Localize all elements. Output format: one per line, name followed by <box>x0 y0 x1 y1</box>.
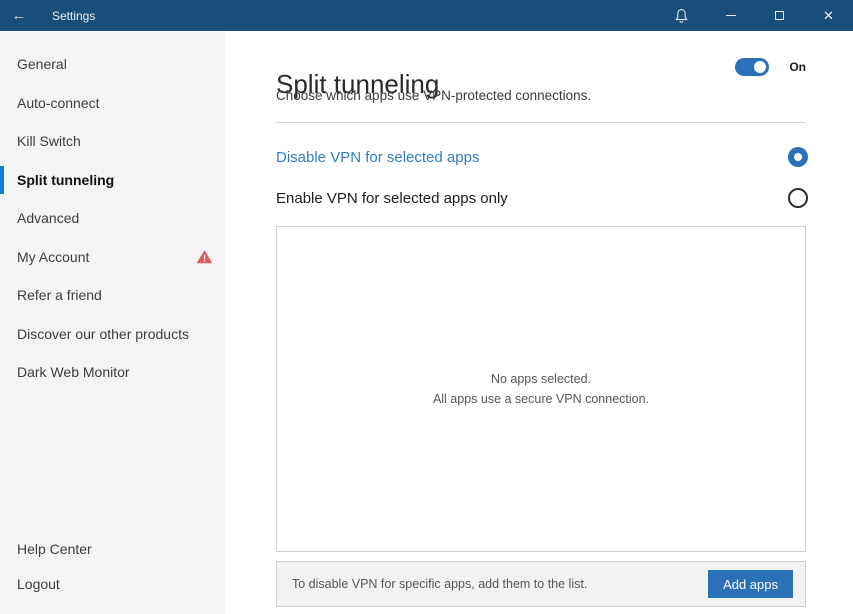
sidebar-item-help-center[interactable]: Help Center <box>0 531 225 566</box>
sidebar-item-label: Split tunneling <box>17 171 115 188</box>
close-button[interactable]: ✕ <box>804 0 853 31</box>
option-disable-vpn[interactable]: Disable VPN for selected apps <box>276 146 808 168</box>
option-label: Enable VPN for selected apps only <box>276 189 508 207</box>
empty-state-line2: All apps use a secure VPN connection. <box>432 392 650 406</box>
sidebar-item-my-account[interactable]: My Account <box>0 238 225 277</box>
apps-footer-bar: To disable VPN for specific apps, add th… <box>276 561 806 607</box>
back-button[interactable]: ← <box>0 0 38 31</box>
sidebar-item-label: Logout <box>17 575 60 592</box>
window-title: Settings <box>52 8 96 23</box>
bell-icon <box>675 8 688 23</box>
sidebar-item-auto-connect[interactable]: Auto-connect <box>0 84 225 123</box>
minimize-button[interactable] <box>706 0 755 31</box>
empty-state-line1: No apps selected. <box>490 372 592 386</box>
sidebar-items: General Auto-connect Kill Switch Split t… <box>0 31 225 392</box>
window-controls: ✕ <box>657 0 853 31</box>
sidebar-item-refer-a-friend[interactable]: Refer a friend <box>0 276 225 315</box>
add-apps-button[interactable]: Add apps <box>708 570 793 598</box>
sidebar-item-logout[interactable]: Logout <box>0 566 225 601</box>
notifications-button[interactable] <box>657 0 706 31</box>
minimize-icon <box>725 15 736 16</box>
sidebar-item-label: My Account <box>17 248 90 265</box>
sidebar-item-advanced[interactable]: Advanced <box>0 199 225 238</box>
apps-empty-state: No apps selected. All apps use a secure … <box>433 369 649 409</box>
footer-hint: To disable VPN for specific apps, add th… <box>292 577 588 591</box>
sidebar-item-discover-products[interactable]: Discover our other products <box>0 315 225 354</box>
section-divider <box>276 122 806 123</box>
back-arrow-icon: ← <box>11 7 27 24</box>
sidebar-item-label: Auto-connect <box>17 94 100 111</box>
split-tunneling-toggle[interactable] <box>735 58 770 76</box>
radio-selected[interactable] <box>788 147 808 167</box>
sidebar-item-label: Dark Web Monitor <box>17 364 130 381</box>
toggle-knob <box>754 61 767 73</box>
sidebar-footer: Help Center Logout <box>0 531 225 601</box>
titlebar: ← Settings ✕ <box>0 0 853 31</box>
sidebar-item-split-tunneling[interactable]: Split tunneling <box>0 161 225 200</box>
toggle-state-label: On <box>789 60 806 74</box>
sidebar-item-label: Help Center <box>17 540 92 557</box>
option-enable-vpn[interactable]: Enable VPN for selected apps only <box>276 187 808 209</box>
sidebar-item-label: General <box>17 56 67 73</box>
sidebar-item-label: Advanced <box>17 210 80 227</box>
sidebar-item-label: Refer a friend <box>17 287 102 304</box>
sidebar-item-dark-web-monitor[interactable]: Dark Web Monitor <box>0 353 225 392</box>
maximize-icon <box>775 11 784 20</box>
option-label: Disable VPN for selected apps <box>276 148 480 166</box>
sidebar-item-label: Discover our other products <box>17 325 189 342</box>
sidebar-item-label: Kill Switch <box>17 133 81 150</box>
page-subtitle: Choose which apps use VPN-protected conn… <box>276 88 592 103</box>
split-tunneling-panel: Split tunneling On Choose which apps use… <box>225 31 853 614</box>
sidebar-item-kill-switch[interactable]: Kill Switch <box>0 122 225 161</box>
radio-unselected[interactable] <box>788 188 808 208</box>
settings-window: ← Settings ✕ General Auto-connect Kill S… <box>0 0 853 614</box>
settings-sidebar: General Auto-connect Kill Switch Split t… <box>0 31 225 614</box>
maximize-button[interactable] <box>755 0 804 31</box>
sidebar-item-general[interactable]: General <box>0 45 225 84</box>
close-icon: ✕ <box>823 8 834 23</box>
apps-list-box: No apps selected. All apps use a secure … <box>276 226 806 552</box>
warning-triangle-icon <box>197 250 212 264</box>
split-tunneling-toggle-group: On <box>735 58 806 76</box>
